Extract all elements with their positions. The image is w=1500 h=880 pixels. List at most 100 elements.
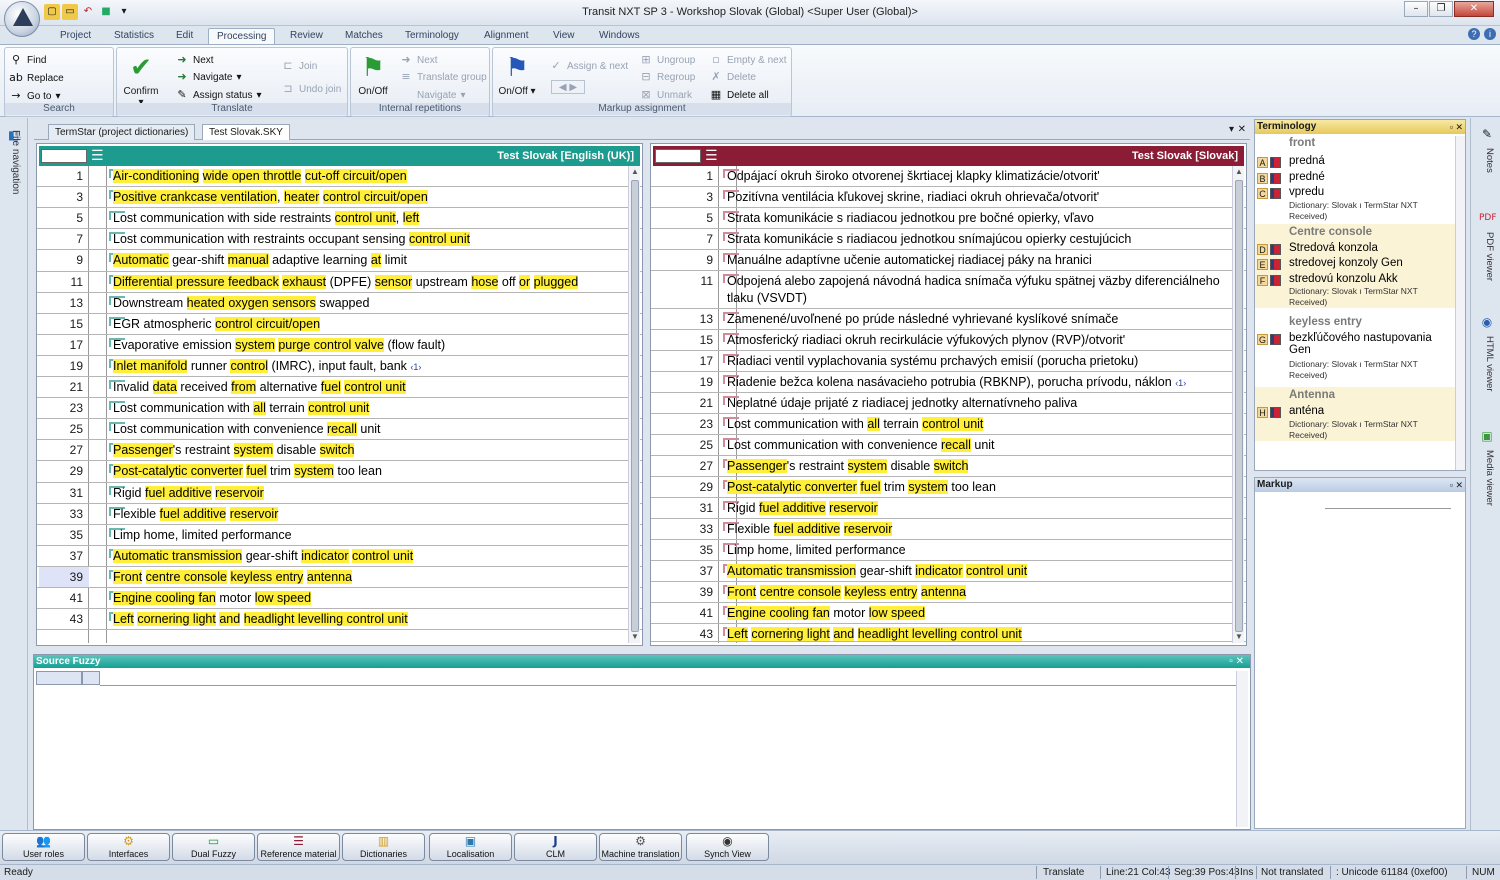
file-navigation-tab[interactable]: File navigation <box>4 130 24 194</box>
tab-alignment[interactable]: Alignment <box>476 28 536 45</box>
segment-row[interactable]: 3 Pozitívna ventilácia kľukovej skrine, r… <box>651 187 1246 208</box>
user-roles-button[interactable]: 👥 User roles <box>2 833 85 861</box>
segment-text[interactable]: Atmosferický riadiaci okruh recirkulácie… <box>727 332 1226 349</box>
segment-row[interactable]: 15 Atmosferický riadiaci okruh recirkulác… <box>651 330 1246 351</box>
term-target[interactable]: bezkľúčového nastupovania Gen <box>1289 332 1449 356</box>
tab-list-dropdown-icon[interactable]: ▾ <box>1229 124 1234 135</box>
target-segment-selector[interactable] <box>655 149 701 163</box>
segment-text[interactable]: Automatic transmission gear-shift indica… <box>113 548 622 565</box>
unmark-button[interactable]: ⊠ Unmark <box>639 87 692 103</box>
tab-termstar[interactable]: TermStar (project dictionaries) <box>48 124 196 140</box>
segment-row[interactable]: 13 Zamenené/uvoľnené po prúde následné vy… <box>651 309 1246 330</box>
html-viewer-tab[interactable]: HTML viewer <box>1477 336 1495 392</box>
scroll-down-icon[interactable]: ▼ <box>1233 631 1245 643</box>
segment-row[interactable]: 17 Evaporative emission system purge cont… <box>37 335 642 356</box>
save-icon[interactable]: ■ <box>98 4 114 20</box>
segment-text[interactable]: Lost communication with all terrain cont… <box>113 400 622 417</box>
segment-text[interactable]: Riadiaci ventil vyplachovania systému pr… <box>727 353 1226 370</box>
segment-text[interactable]: Neplatné údaje prijaté z riadiacej jedno… <box>727 395 1226 412</box>
segment-text[interactable]: Lost communication with all terrain cont… <box>727 416 1226 433</box>
notes-icon[interactable]: ✎ <box>1479 126 1495 142</box>
pdf-viewer-tab[interactable]: PDF viewer <box>1477 232 1495 281</box>
tab-project[interactable]: Project <box>52 28 99 45</box>
segment-text[interactable]: Automatic transmission gear-shift indica… <box>727 563 1226 580</box>
synch-view-button[interactable]: ◉ Synch View <box>686 833 769 861</box>
tab-matches[interactable]: Matches <box>337 28 391 45</box>
segment-text[interactable]: Lost communication with convenience reca… <box>113 421 622 438</box>
markup-navigate-arrows[interactable]: ◀ ▶ <box>551 80 585 94</box>
source-segment-selector[interactable] <box>41 149 87 163</box>
segment-text[interactable]: Limp home, limited performance <box>113 527 622 544</box>
segment-text[interactable]: Rigid fuel additive reservoir <box>727 500 1226 517</box>
segment-text[interactable]: Engine cooling fan motor low speed <box>113 590 622 607</box>
html-icon[interactable]: ◉ <box>1479 314 1495 330</box>
segment-text[interactable]: Riadenie bežca kolena nasávacieho potrub… <box>727 374 1226 392</box>
segment-text[interactable]: Engine cooling fan motor low speed <box>727 605 1226 622</box>
translate-group-button[interactable]: ≡ Translate group <box>399 69 486 85</box>
tab-processing[interactable]: Processing <box>208 28 276 45</box>
segment-text[interactable]: Limp home, limited performance <box>727 542 1226 559</box>
term-shortcut-key[interactable]: F <box>1257 275 1268 286</box>
segment-text[interactable]: Positive crankcase ventilation, heater c… <box>113 189 622 206</box>
segment-row[interactable]: 23 Lost communication with all terrain co… <box>651 414 1246 435</box>
internal-navigate-button[interactable]: Navigate ▾ <box>399 87 466 103</box>
localisation-button[interactable]: ▣ Localisation <box>429 833 512 861</box>
segment-text[interactable]: Invalid data received from alternative f… <box>113 379 622 396</box>
segment-row[interactable]: 27 Passenger's restraint system disable s… <box>651 456 1246 477</box>
segment-row[interactable]: 23 Lost communication with all terrain co… <box>37 398 642 419</box>
dual-fuzzy-button[interactable]: ▭ Dual Fuzzy <box>172 833 255 861</box>
segment-text[interactable]: Flexible fuel additive reservoir <box>727 521 1226 538</box>
application-menu-button[interactable] <box>4 1 40 37</box>
assign-next-button[interactable]: ✓ Assign & next <box>549 58 628 74</box>
tab-terminology[interactable]: Terminology <box>397 28 467 45</box>
segment-row[interactable]: 29 Post-catalytic converter fuel trim sys… <box>651 477 1246 498</box>
open-folder-icon[interactable]: ▭ <box>62 4 78 20</box>
segment-row[interactable]: 9 Manuálne adaptívne učenie automatickej … <box>651 250 1246 271</box>
join-button[interactable]: ⊏ Join <box>281 58 317 74</box>
empty-next-button[interactable]: ▫ Empty & next <box>709 52 786 68</box>
segment-row[interactable]: 33 Flexible fuel additive reservoir <box>651 519 1246 540</box>
segment-text[interactable]: Flexible fuel additive reservoir <box>113 506 622 523</box>
segment-row[interactable]: 41 Engine cooling fan motor low speed <box>651 603 1246 624</box>
assign-status-button[interactable]: ✎ Assign status ▾ <box>175 87 261 103</box>
panel-pin-close-icons[interactable]: ▫ ✕ <box>1450 478 1463 492</box>
tab-view[interactable]: View <box>545 28 583 45</box>
scroll-down-icon[interactable]: ▼ <box>629 631 641 643</box>
regroup-button[interactable]: ⊟ Regroup <box>639 69 695 85</box>
segment-text[interactable]: Pozitívna ventilácia kľukovej skrine, ri… <box>727 189 1226 206</box>
segment-row[interactable]: 19 Riadenie bežca kolena nasávacieho potr… <box>651 372 1246 393</box>
media-icon[interactable]: ▣ <box>1479 428 1495 444</box>
term-target[interactable]: Stredová konzola <box>1289 242 1449 254</box>
tab-test-slovak[interactable]: Test Slovak.SKY <box>202 124 290 140</box>
segment-text[interactable]: Rigid fuel additive reservoir <box>113 485 622 502</box>
clm-button[interactable]: J CLM <box>514 833 597 861</box>
segment-text[interactable]: Automatic gear-shift manual adaptive lea… <box>113 252 622 269</box>
segment-row[interactable]: 39 Front centre console keyless entry ant… <box>37 567 642 588</box>
term-target[interactable]: predné <box>1289 171 1449 183</box>
segment-row[interactable]: 11 Odpojená alebo zapojená návodná hadica… <box>651 271 1246 309</box>
maximize-icon[interactable]: ❐ <box>1429 1 1453 17</box>
fuzzy-scrollbar[interactable] <box>1236 671 1248 827</box>
segment-row[interactable]: 33 Flexible fuel additive reservoir <box>37 504 642 525</box>
segment-row[interactable]: 41 Engine cooling fan motor low speed <box>37 588 642 609</box>
interfaces-button[interactable]: ⚙ Interfaces <box>87 833 170 861</box>
segment-text[interactable]: Odpájací okruh široko otvorenej škrtiace… <box>727 168 1226 185</box>
segment-row[interactable]: 1 Odpájací okruh široko otvorenej škrtiac… <box>651 166 1246 187</box>
segment-text[interactable]: Lost communication with convenience reca… <box>727 437 1226 454</box>
segment-text[interactable]: Strata komunikácie s riadiacou jednotkou… <box>727 210 1226 227</box>
delete-button[interactable]: ✗ Delete <box>709 69 756 85</box>
segment-row[interactable]: 43 Left cornering light and headlight lev… <box>37 609 642 630</box>
tab-review[interactable]: Review <box>282 28 331 45</box>
pdf-icon[interactable]: PDF <box>1479 210 1497 226</box>
confirm-button[interactable]: ✔Confirm ▾ <box>121 52 161 108</box>
replace-button[interactable]: ab Replace <box>9 70 64 86</box>
machine-translation-button[interactable]: ⚙ Machine translation <box>599 833 682 861</box>
segment-text[interactable]: Evaporative emission system purge contro… <box>113 337 622 354</box>
segment-row[interactable]: 7 Strata komunikácie s riadiacou jednotko… <box>651 229 1246 250</box>
target-scrollbar[interactable]: ▲ ▼ <box>1232 166 1244 643</box>
undo-join-button[interactable]: ⊐ Undo join <box>281 81 341 97</box>
customize-toolbar-icon[interactable]: ▾ <box>116 4 132 20</box>
new-icon[interactable]: ▢ <box>44 4 60 20</box>
dictionaries-button[interactable]: ▥ Dictionaries <box>342 833 425 861</box>
segment-row[interactable]: 37 Automatic transmission gear-shift indi… <box>37 546 642 567</box>
